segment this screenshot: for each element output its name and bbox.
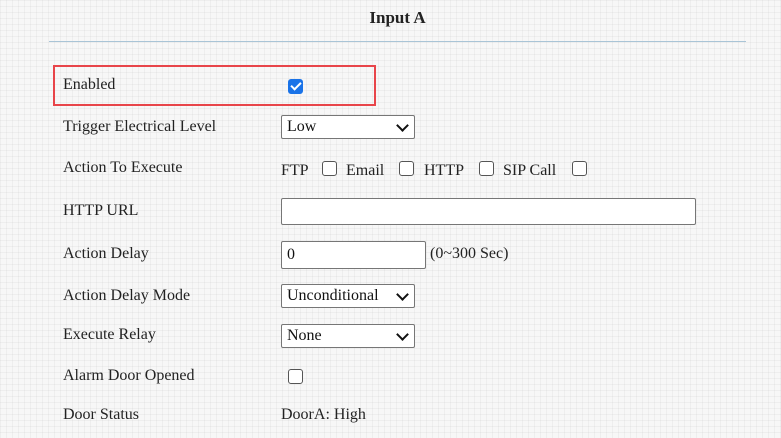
chevron-down-icon [396, 328, 409, 341]
action-ftp-checkbox[interactable] [322, 161, 337, 176]
action-email-label: Email [346, 162, 385, 179]
action-sip-call-checkbox[interactable] [572, 161, 587, 176]
action-delay-label: Action Delay [63, 245, 149, 262]
action-delay-mode-value: Unconditional [287, 287, 379, 304]
action-delay-hint: (0~300 Sec) [430, 245, 509, 262]
http-url-input[interactable] [281, 198, 696, 225]
action-email-checkbox[interactable] [399, 161, 414, 176]
enabled-label: Enabled [63, 76, 116, 93]
chevron-down-icon [396, 288, 409, 301]
execute-relay-value: None [287, 327, 322, 344]
execute-relay-label: Execute Relay [63, 326, 156, 343]
enabled-checkbox[interactable] [288, 79, 303, 94]
action-delay-mode-label: Action Delay Mode [63, 287, 191, 304]
section-divider [49, 41, 746, 42]
action-http-label: HTTP [424, 162, 464, 179]
trigger-level-value: Low [287, 118, 317, 135]
trigger-level-select[interactable]: Low [281, 115, 415, 139]
action-ftp-label: FTP [281, 162, 309, 179]
action-delay-mode-select[interactable]: Unconditional [281, 284, 415, 308]
alarm-door-opened-label: Alarm Door Opened [63, 367, 195, 384]
http-url-label: HTTP URL [63, 202, 139, 219]
execute-relay-select[interactable]: None [281, 324, 415, 348]
action-http-checkbox[interactable] [479, 161, 494, 176]
action-to-execute-label: Action To Execute [63, 159, 183, 176]
action-delay-input[interactable]: 0 [281, 241, 426, 269]
section-title: Input A [369, 8, 426, 27]
action-sip-call-label: SIP Call [503, 162, 557, 179]
trigger-level-label: Trigger Electrical Level [63, 118, 217, 135]
door-status-value: DoorA: High [281, 406, 366, 423]
alarm-door-opened-checkbox[interactable] [288, 369, 303, 384]
door-status-label: Door Status [63, 406, 139, 423]
chevron-down-icon [396, 119, 409, 132]
